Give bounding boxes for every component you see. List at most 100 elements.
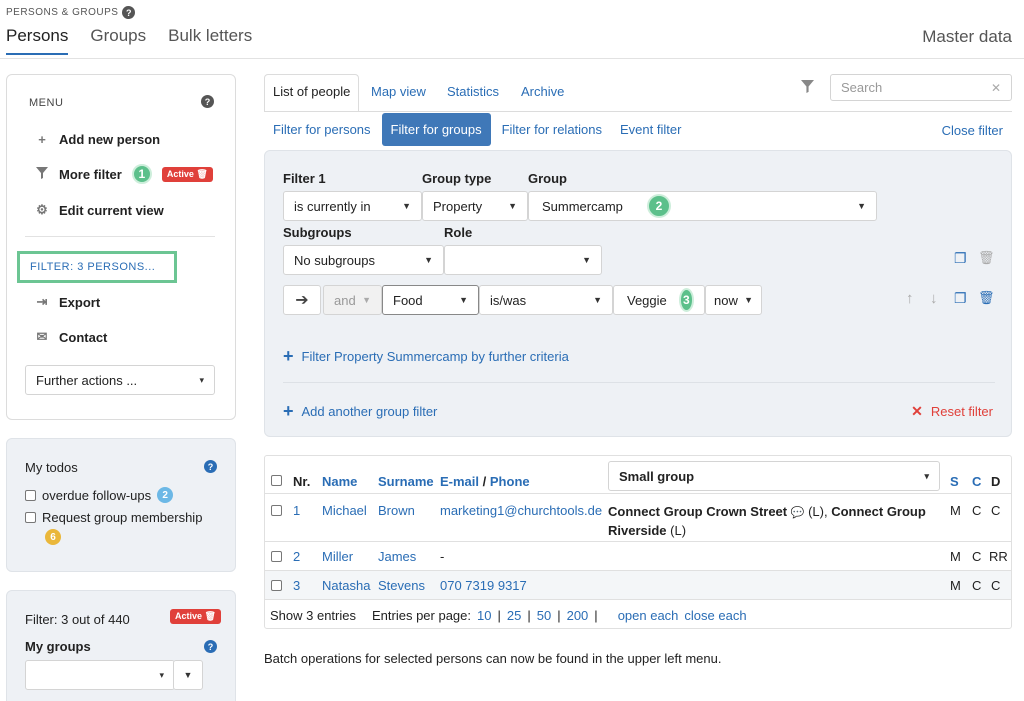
todo-item[interactable]: overdue follow-ups 2 [25, 487, 174, 503]
subgroups-select[interactable]: No subgroups ▼ [283, 245, 444, 275]
group-name[interactable]: Connect Group Crown Street [608, 504, 787, 519]
cell-name[interactable]: Miller [322, 549, 353, 564]
export-icon: ⇥ [36, 294, 48, 309]
page-size-50[interactable]: 50 [537, 608, 551, 623]
cell-surname[interactable]: Brown [378, 503, 415, 518]
help-icon[interactable]: ? [204, 460, 217, 473]
page-size-25[interactable]: 25 [507, 608, 521, 623]
arrow-down-icon[interactable]: ↓ [930, 290, 938, 307]
cell-name[interactable]: Michael [322, 503, 367, 518]
reset-filter-link[interactable]: ✕ Reset filter [911, 403, 993, 420]
further-criteria-link[interactable]: + Filter Property Summercamp by further … [283, 346, 569, 367]
close-each-link[interactable]: close each [684, 608, 746, 623]
filter-panel-divider [283, 382, 995, 383]
cell-contact[interactable]: marketing1@churchtools.de [440, 503, 602, 518]
tab-map-view[interactable]: Map view [363, 75, 434, 108]
arrow-up-icon[interactable]: ↑ [906, 290, 914, 307]
master-data-link[interactable]: Master data [922, 27, 1012, 47]
envelope-icon: ✉ [36, 329, 48, 344]
edit-current-view-button[interactable]: ⚙ Edit current view [35, 202, 164, 218]
my-groups-dropdown-button[interactable]: ▼ [173, 660, 203, 690]
criteria-arrow-button[interactable]: ➔ [283, 285, 321, 315]
cell-nr[interactable]: 2 [293, 549, 300, 564]
todo-item[interactable]: Request group membership [25, 510, 202, 525]
funnel-icon[interactable] [801, 80, 814, 96]
col-phone[interactable]: Phone [490, 474, 530, 489]
more-filter-button[interactable]: More filter 1 Active 🗑 [35, 164, 213, 184]
caret-down-icon: ▼ [744, 295, 753, 305]
add-group-filter-link[interactable]: + Add another group filter [283, 401, 437, 422]
trash-icon[interactable]: 🗑 [978, 250, 995, 266]
chevron-down-icon: ▾ [199, 374, 204, 385]
cell-name[interactable]: Natasha [322, 578, 370, 593]
group-select[interactable]: Summercamp 2 ▼ [528, 191, 877, 221]
tab-bulk-letters[interactable]: Bulk letters [168, 26, 252, 55]
close-filter-link[interactable]: Close filter [942, 123, 1003, 138]
help-icon[interactable]: ? [204, 640, 217, 653]
criteria-field-select[interactable]: Food ▼ [382, 285, 479, 315]
help-icon[interactable]: ? [122, 6, 136, 19]
table-row[interactable]: 3 Natasha Stevens 070 7319 9317 M C C [265, 571, 1011, 600]
criteria-field-value: Food [393, 292, 423, 308]
group-column-select[interactable]: Small group ▾ [608, 461, 940, 491]
cell-surname[interactable]: Stevens [378, 578, 425, 593]
active-badge[interactable]: Active 🗑 [170, 609, 221, 624]
tab-statistics[interactable]: Statistics [439, 75, 507, 108]
subtab-event-filter[interactable]: Event filter [611, 113, 690, 146]
col-c[interactable]: C [972, 474, 981, 489]
page-size-10[interactable]: 10 [477, 608, 491, 623]
subtab-filter-groups[interactable]: Filter for groups [381, 113, 491, 146]
todo-checkbox[interactable] [25, 489, 36, 501]
cell-nr[interactable]: 1 [293, 503, 300, 518]
col-d[interactable]: D [991, 474, 1000, 489]
row-checkbox[interactable] [271, 580, 282, 591]
criteria-time-select[interactable]: now ▼ [705, 285, 762, 315]
filter-summary-link[interactable]: FILTER: 3 PERSONS... [17, 251, 177, 283]
cell-contact[interactable]: 070 7319 9317 [440, 578, 527, 593]
role-label: Role [444, 225, 473, 240]
add-new-person-button[interactable]: + Add new person [35, 132, 160, 147]
group-type-select[interactable]: Property ▼ [422, 191, 528, 221]
tab-groups[interactable]: Groups [90, 26, 146, 55]
cell-groups: Connect Group Crown Street 💬 (L), Connec… [608, 503, 938, 540]
header-divider [0, 58, 1024, 59]
my-groups-select[interactable]: ▾ [25, 660, 175, 690]
row-checkbox[interactable] [271, 551, 282, 562]
subtab-filter-persons[interactable]: Filter for persons [264, 113, 380, 146]
help-icon[interactable]: ? [201, 95, 214, 108]
page-size-200[interactable]: 200 [567, 608, 589, 623]
more-filter-label: More filter [59, 166, 122, 182]
tab-list-of-people[interactable]: List of people [264, 74, 360, 112]
tab-persons[interactable]: Persons [6, 26, 69, 55]
table-row[interactable]: 2 Miller James - M C RR [265, 542, 1011, 571]
copy-icon[interactable]: ❐ [954, 290, 967, 307]
active-badge[interactable]: Active 🗑 [161, 166, 213, 182]
contact-button[interactable]: ✉ Contact [35, 329, 108, 345]
criteria-operator-select[interactable]: is/was ▼ [479, 285, 613, 315]
criteria-and-select[interactable]: and ▼ [323, 285, 382, 315]
export-button[interactable]: ⇥ Export [35, 294, 101, 310]
row-checkbox[interactable] [271, 505, 282, 516]
cell-nr[interactable]: 3 [293, 578, 300, 593]
search-input[interactable]: Search ✕ [830, 74, 1012, 101]
filter1-select[interactable]: is currently in ▼ [283, 191, 422, 221]
subtab-filter-relations[interactable]: Filter for relations [493, 113, 611, 146]
open-each-link[interactable]: open each [618, 608, 679, 623]
table-row[interactable]: 1 Michael Brown marketing1@churchtools.d… [265, 494, 1011, 542]
todo-checkbox[interactable] [25, 512, 36, 523]
select-all-checkbox[interactable] [271, 475, 282, 486]
col-nr[interactable]: Nr. [293, 474, 310, 489]
main-nav-tabs: Persons Groups Bulk letters [6, 26, 252, 55]
close-icon[interactable]: ✕ [991, 81, 1001, 95]
tab-archive[interactable]: Archive [513, 75, 572, 108]
col-s[interactable]: S [950, 474, 959, 489]
col-email[interactable]: E-mail [440, 474, 479, 489]
cell-surname[interactable]: James [378, 549, 416, 564]
col-surname[interactable]: Surname [378, 474, 434, 489]
col-name[interactable]: Name [322, 474, 357, 489]
role-select[interactable]: ▼ [444, 245, 602, 275]
criteria-value-input[interactable]: Veggie 3 [613, 285, 705, 315]
copy-icon[interactable]: ❐ [954, 250, 967, 267]
further-actions-select[interactable]: Further actions ... ▾ [25, 365, 215, 395]
trash-icon[interactable]: 🗑 [978, 290, 995, 306]
